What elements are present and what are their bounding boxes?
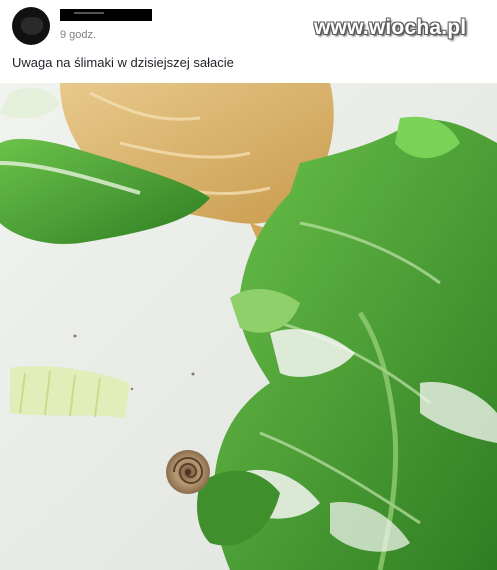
author-name-redacted[interactable] <box>60 9 152 21</box>
post-photo[interactable] <box>0 83 497 570</box>
post-header: 9 godz. www.wiocha.pl <box>0 0 497 50</box>
snail-shell[interactable] <box>166 450 210 494</box>
site-watermark: www.wiocha.pl <box>314 16 467 39</box>
salad-photo <box>0 83 497 570</box>
post-timestamp[interactable]: 9 godz. <box>60 29 96 41</box>
post-text: Uwaga na ślimaki w dzisiejszej sałacie <box>12 55 234 70</box>
avatar[interactable] <box>12 7 50 45</box>
